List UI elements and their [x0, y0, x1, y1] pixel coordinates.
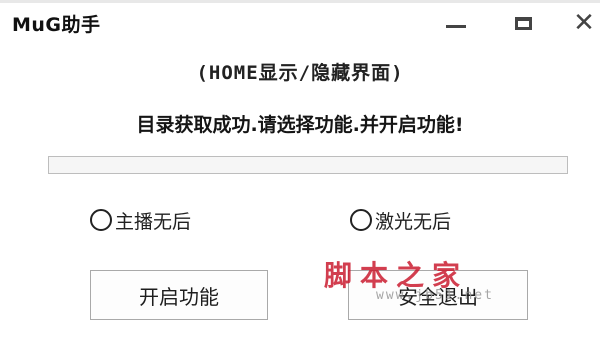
radio-unchecked-icon[interactable]: [350, 209, 372, 231]
minimize-button[interactable]: [438, 7, 474, 39]
start-function-button[interactable]: 开启功能: [90, 270, 268, 320]
app-window: MuG助手 ✕ (HOME显示/隐藏界面) 目录获取成功.请选择功能.并开启功能…: [0, 0, 600, 350]
maximize-button[interactable]: [505, 7, 541, 39]
radio-unchecked-icon[interactable]: [90, 209, 112, 231]
safe-exit-button[interactable]: 安全退出: [348, 270, 528, 320]
close-button[interactable]: ✕: [566, 7, 600, 39]
option-streamer-no-recoil[interactable]: 主播无后: [90, 206, 191, 234]
minimize-icon: [446, 24, 466, 28]
option-label: 激光无后: [375, 210, 452, 233]
maximize-icon: [514, 16, 532, 30]
progress-bar: [48, 156, 568, 174]
close-icon: ✕: [573, 8, 595, 38]
title-bar: MuG助手 ✕: [0, 3, 600, 41]
home-hint-text: (HOME显示/隐藏界面): [196, 62, 404, 84]
option-label: 主播无后: [115, 210, 192, 233]
app-title: MuG助手: [12, 14, 101, 36]
status-message: 目录获取成功.请选择功能.并开启功能!: [136, 114, 464, 136]
option-laser-no-recoil[interactable]: 激光无后: [350, 206, 451, 234]
